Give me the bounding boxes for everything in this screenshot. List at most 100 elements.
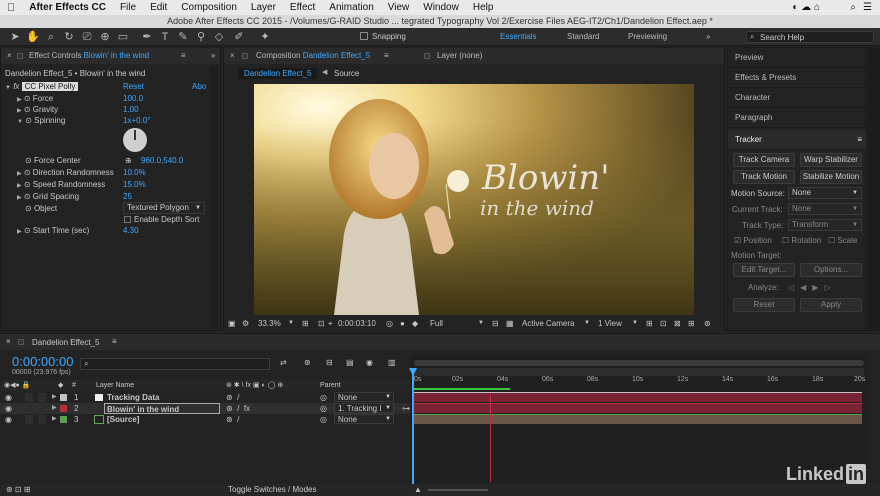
camera-value[interactable]: Active Camera: [522, 316, 574, 331]
warp-stabilizer-button[interactable]: Warp Stabilizer: [800, 153, 862, 167]
chevron-down-icon[interactable]: ▼: [478, 316, 484, 331]
puppet-tool-icon[interactable]: ✦: [258, 30, 272, 44]
panel-menu-icon[interactable]: ≡: [857, 130, 862, 150]
parent-dropdown[interactable]: 1. Tracking I ▼: [334, 403, 394, 413]
prop-grid-spacing-value[interactable]: 25: [123, 191, 132, 202]
pen-tool-icon[interactable]: ✒: [140, 30, 154, 44]
close-icon[interactable]: ×: [6, 337, 11, 346]
layer-row-1[interactable]: ◉ ▶ 1 Tracking Data ⊛ / ◎ None ▼: [0, 392, 412, 403]
stopwatch-icon[interactable]: ⊙: [24, 105, 31, 114]
snapshot-icon[interactable]: ⌖: [328, 316, 333, 331]
chevron-down-icon[interactable]: ▼: [584, 316, 590, 331]
effect-controls-scrollbar[interactable]: [210, 66, 218, 328]
preview-section[interactable]: Preview: [728, 48, 866, 68]
analyze-controls-icon[interactable]: ◁◀▶▷: [788, 283, 837, 292]
workspace-standard[interactable]: Standard: [567, 32, 599, 41]
timeline-tab[interactable]: Dandelion Effect_5: [32, 338, 99, 347]
options-button[interactable]: Options...: [800, 263, 862, 277]
time-navigator[interactable]: [414, 360, 864, 366]
toggle-mask-icon[interactable]: ⊞: [646, 316, 653, 331]
expand-triangle-icon[interactable]: ▶: [17, 195, 22, 201]
exposure-icon[interactable]: ⊛: [704, 316, 711, 331]
rectangle-tool-icon[interactable]: ▭: [116, 30, 130, 44]
workspace-essentials[interactable]: Essentials: [500, 32, 536, 41]
prop-direction-randomness-value[interactable]: 10.0%: [123, 167, 146, 178]
visibility-eye-icon[interactable]: ◉: [5, 403, 12, 414]
apple-icon[interactable]: : [0, 2, 22, 14]
solo-toggle[interactable]: [25, 393, 33, 402]
eraser-tool-icon[interactable]: ◇: [212, 30, 226, 44]
search-icon[interactable]: ⌕: [850, 2, 856, 13]
menu-app[interactable]: After Effects CC: [22, 2, 113, 13]
safe-area-icon[interactable]: ⊡: [318, 316, 325, 331]
parent-pickwhip-icon[interactable]: ◎: [320, 392, 327, 403]
prop-gravity-value[interactable]: 1.00: [123, 104, 139, 115]
workspace-overflow-icon[interactable]: »: [706, 32, 710, 41]
expand-triangle-icon[interactable]: ▶: [17, 229, 22, 235]
reset-button[interactable]: Reset: [733, 298, 795, 312]
layer-label-color[interactable]: [60, 394, 67, 401]
crumb-source[interactable]: Source: [334, 69, 359, 78]
zoom-out-icon[interactable]: ▲: [414, 484, 422, 496]
menu-help[interactable]: Help: [466, 2, 501, 13]
edit-target-button[interactable]: Edit Target...: [733, 263, 795, 277]
track-motion-button[interactable]: Track Motion: [733, 170, 795, 184]
paragraph-section[interactable]: Paragraph: [728, 108, 866, 128]
layer-row-2[interactable]: ◉ ▶ 2 Blowin' in the wind ⊛ / fx ◎ 1. Tr…: [0, 403, 412, 414]
effect-controls-tab[interactable]: Effect Controls Blowin' in the wind: [29, 48, 149, 64]
layer-bar-1[interactable]: [414, 392, 862, 402]
layer-name[interactable]: [Source]: [107, 414, 139, 425]
chevron-down-icon[interactable]: ▼: [288, 316, 294, 331]
zoom-value[interactable]: 33.3%: [258, 316, 281, 331]
prop-force-value[interactable]: 100.0: [123, 93, 143, 104]
lock-toggle[interactable]: [38, 415, 46, 424]
list-icon[interactable]: ☰: [863, 2, 872, 13]
layer-bar-2[interactable]: [414, 403, 862, 413]
layer-label-color[interactable]: [60, 416, 67, 423]
layer-switches-icon[interactable]: ⊛ / fx: [226, 403, 250, 414]
right-edge-scrollbar[interactable]: [868, 47, 880, 331]
layer-switches-icon[interactable]: ⊛ /: [226, 392, 239, 403]
expand-triangle-icon[interactable]: ▶: [52, 414, 57, 425]
stopwatch-icon[interactable]: ⊙: [25, 204, 32, 213]
stopwatch-icon[interactable]: ⊙: [24, 180, 31, 189]
comp-timecode[interactable]: 0:00:03:10: [338, 316, 376, 331]
grid-icon[interactable]: ⊡: [660, 316, 667, 331]
fx-icon[interactable]: fx: [13, 82, 19, 91]
fit-icon[interactable]: ⊞: [302, 316, 309, 331]
prop-speed-randomness-value[interactable]: 15.0%: [123, 179, 146, 190]
effect-reset-link[interactable]: Reset: [123, 81, 144, 92]
hand-tool-icon[interactable]: ✋: [26, 30, 40, 44]
menu-view[interactable]: View: [381, 2, 417, 13]
panel-menu-icon[interactable]: ≡: [384, 48, 389, 64]
graph-editor-icon[interactable]: ▥: [388, 358, 396, 367]
crosshair-icon[interactable]: ⊕: [125, 155, 132, 166]
solo-toggle[interactable]: [25, 404, 33, 413]
brush-tool-icon[interactable]: ✎: [176, 30, 190, 44]
stopwatch-icon[interactable]: ⊙: [24, 192, 31, 201]
expand-triangle-icon[interactable]: ▶: [17, 183, 22, 189]
timeline-search-input[interactable]: ⌕: [80, 358, 270, 370]
menu-animation[interactable]: Animation: [322, 2, 380, 13]
parent-pickwhip-icon[interactable]: ◎: [320, 414, 327, 425]
comp-mini-flowchart-icon[interactable]: ⇄: [280, 358, 287, 367]
menu-composition[interactable]: Composition: [174, 2, 244, 13]
crumb-active[interactable]: Dandelion Effect_5: [238, 68, 318, 79]
transparency-grid-icon[interactable]: ▦: [506, 316, 514, 331]
lock-icon[interactable]: [17, 53, 23, 59]
region-icon[interactable]: ⊟: [492, 316, 499, 331]
time-ruler[interactable]: 0s 02s 04s 06s 08s 10s 12s 14s 16s 18s 2…: [414, 376, 865, 388]
collapse-triangle-icon[interactable]: ▼: [17, 119, 23, 125]
menu-file[interactable]: File: [113, 2, 143, 13]
layer-name[interactable]: Tracking Data: [107, 392, 159, 403]
frame-blending-icon[interactable]: ▤: [346, 358, 354, 367]
solo-toggle[interactable]: [25, 415, 33, 424]
pan-behind-tool-icon[interactable]: ⊕: [98, 30, 112, 44]
lock-icon[interactable]: [424, 53, 430, 59]
stopwatch-icon[interactable]: ⊙: [25, 116, 32, 125]
menu-effect[interactable]: Effect: [283, 2, 322, 13]
lock-icon[interactable]: [18, 339, 24, 345]
visibility-eye-icon[interactable]: ◉: [5, 414, 12, 425]
selection-tool-icon[interactable]: ➤: [8, 30, 22, 44]
object-dropdown[interactable]: Textured Polygon ▼: [123, 202, 205, 214]
